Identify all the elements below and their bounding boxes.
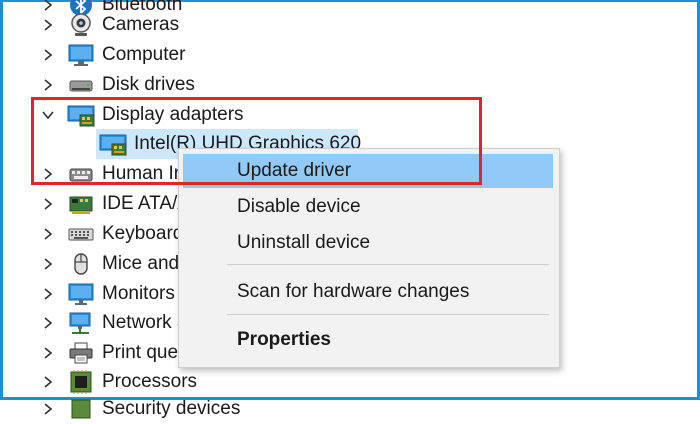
menu-separator xyxy=(227,264,549,265)
display-adapter-icon xyxy=(66,100,96,130)
keyboard-icon xyxy=(66,219,96,249)
tree-item-processors[interactable]: Processors xyxy=(0,367,700,397)
computer-icon xyxy=(66,40,96,70)
printer-icon xyxy=(66,338,96,368)
security-device-icon xyxy=(66,394,96,424)
ide-controller-icon xyxy=(66,189,96,219)
monitor-icon xyxy=(66,279,96,309)
network-icon xyxy=(66,308,96,338)
menu-item-update-driver[interactable]: Update driver xyxy=(183,154,553,188)
menu-item-uninstall-device[interactable]: Uninstall device xyxy=(183,226,553,260)
disk-drive-icon xyxy=(66,70,96,100)
chevron-right-icon[interactable] xyxy=(40,10,56,40)
menu-item-disable-device[interactable]: Disable device xyxy=(183,190,553,224)
chevron-right-icon[interactable] xyxy=(40,189,56,219)
chevron-right-icon[interactable] xyxy=(40,338,56,368)
chevron-right-icon[interactable] xyxy=(40,308,56,338)
tree-item-label: Monitors xyxy=(102,283,175,304)
menu-item-label: Update driver xyxy=(237,160,352,181)
tree-item-security-devices[interactable]: Security devices xyxy=(0,394,700,424)
menu-separator xyxy=(227,314,549,315)
chevron-right-icon[interactable] xyxy=(40,394,56,424)
tree-item-cameras[interactable]: Cameras xyxy=(0,10,700,40)
chevron-right-icon[interactable] xyxy=(40,70,56,100)
hid-icon xyxy=(66,159,96,189)
tree-item-label: Computer xyxy=(102,44,186,65)
menu-item-properties[interactable]: Properties xyxy=(183,323,553,357)
mouse-icon xyxy=(66,249,96,279)
menu-item-label: Properties xyxy=(237,329,331,350)
menu-item-label: Uninstall device xyxy=(237,232,371,253)
chevron-down-icon[interactable] xyxy=(40,100,56,130)
tree-item-computer[interactable]: Computer xyxy=(0,40,700,70)
tree-item-disk-drives[interactable]: Disk drives xyxy=(0,70,700,100)
tree-item-label: Cameras xyxy=(102,14,180,35)
tree-item-label: Processors xyxy=(102,371,198,392)
menu-item-label: Disable device xyxy=(237,196,361,217)
tree-item-label: Security devices xyxy=(102,398,241,419)
tree-item-label: Display adapters xyxy=(102,104,244,125)
processor-icon xyxy=(66,367,96,397)
chevron-right-icon[interactable] xyxy=(40,367,56,397)
chevron-right-icon[interactable] xyxy=(40,279,56,309)
camera-icon xyxy=(66,10,96,40)
context-menu: Update driver Disable device Uninstall d… xyxy=(178,148,560,368)
chevron-right-icon[interactable] xyxy=(40,159,56,189)
tree-item-label: Disk drives xyxy=(102,74,195,95)
chevron-right-icon[interactable] xyxy=(40,40,56,70)
chevron-right-icon[interactable] xyxy=(40,249,56,279)
display-adapter-icon xyxy=(98,129,128,159)
chevron-right-icon[interactable] xyxy=(40,219,56,249)
menu-item-scan-hardware[interactable]: Scan for hardware changes xyxy=(183,275,553,309)
tree-item-display-adapters[interactable]: Display adapters xyxy=(0,100,700,130)
menu-item-label: Scan for hardware changes xyxy=(237,281,470,302)
